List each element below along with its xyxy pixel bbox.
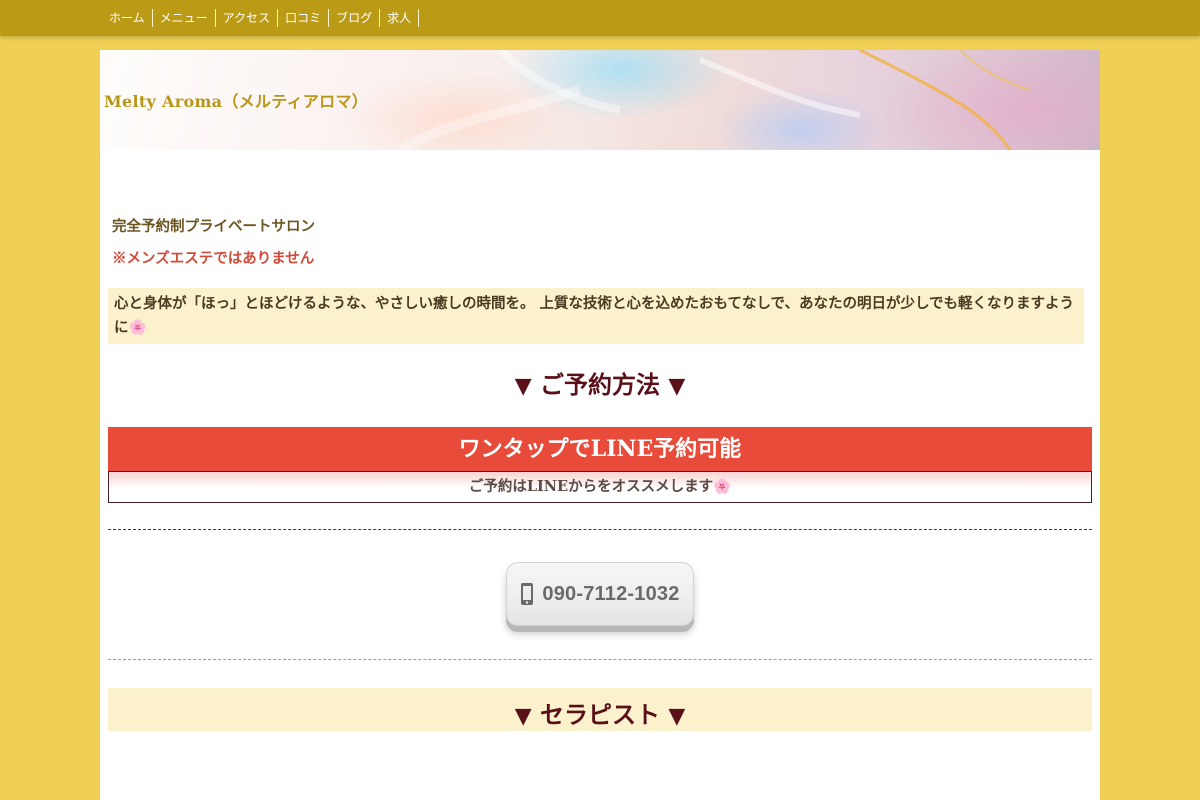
triangle-down-icon: ▼: [514, 373, 532, 399]
phone-call-button[interactable]: 090-7112-1032: [506, 562, 694, 626]
triangle-down-icon: ▼: [668, 373, 686, 399]
notice-text: ※メンズエステではありません: [112, 250, 315, 267]
nav-item-access[interactable]: アクセス: [216, 9, 279, 27]
site-title[interactable]: Melty Aroma（メルティアロマ）: [104, 88, 368, 112]
page-content: Melty Aroma（メルティアロマ） 完全予約制プライベートサロン ※メンズ…: [100, 50, 1100, 800]
therapist-heading: ▼ セラピスト ▼: [108, 695, 1092, 730]
smartphone-icon: [521, 583, 534, 605]
triangle-down-icon: ▼: [514, 703, 532, 729]
dashed-divider: [108, 659, 1092, 660]
phone-number: 090-7112-1032: [542, 582, 680, 605]
therapist-heading-text: セラピスト: [540, 700, 660, 729]
dashed-divider: [108, 529, 1092, 530]
nav-item-reviews[interactable]: 口コミ: [278, 9, 330, 27]
line-reservation-box: ワンタップでLINE予約可能 ご予約はLINEからをオススメします🌸: [108, 427, 1092, 503]
line-reservation-title: ワンタップでLINE予約可能: [108, 427, 1092, 471]
nav-item-blog[interactable]: ブログ: [329, 9, 381, 27]
reservation-heading-text: ご予約方法: [540, 370, 660, 399]
nav-item-recruit[interactable]: 求人: [380, 9, 420, 27]
salon-tagline: 完全予約制プライベートサロン: [112, 218, 315, 235]
line-reservation-subtitle: ご予約はLINEからをオススメします🌸: [108, 471, 1092, 503]
nav-menu: ホーム メニュー アクセス 口コミ ブログ 求人: [0, 0, 1200, 36]
header-banner: Melty Aroma（メルティアロマ）: [100, 50, 1100, 150]
nav-item-home[interactable]: ホーム: [102, 9, 153, 27]
reservation-heading: ▼ ご予約方法 ▼: [108, 365, 1092, 400]
top-navigation: ホーム メニュー アクセス 口コミ ブログ 求人: [0, 0, 1200, 36]
intro-text: 心と身体が「ほっ」とほどけるような、やさしい癒しの時間を。 上質な技術と心を込め…: [108, 288, 1084, 344]
triangle-down-icon: ▼: [668, 703, 686, 729]
nav-item-menu[interactable]: メニュー: [153, 9, 216, 27]
